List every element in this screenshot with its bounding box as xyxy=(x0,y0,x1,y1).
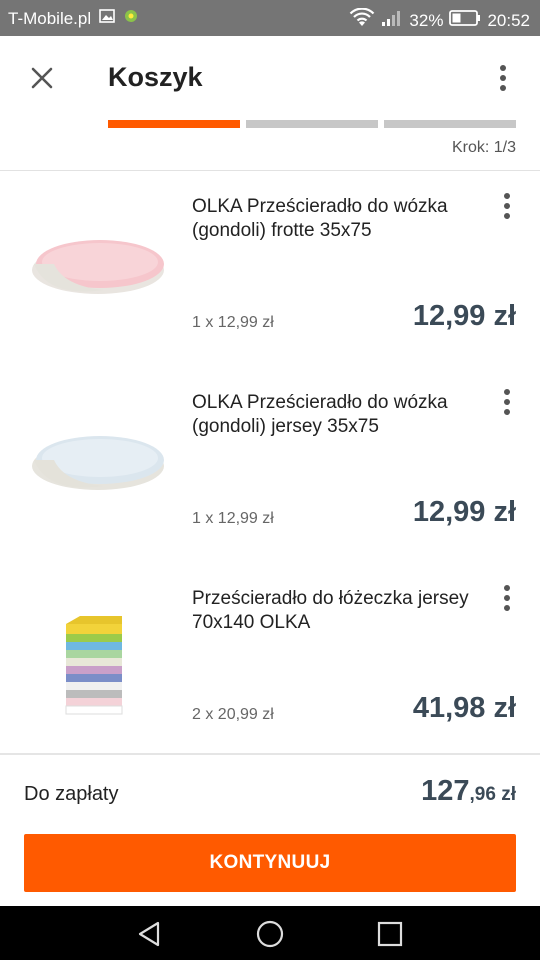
cart-item[interactable]: Prześcieradło do łóżeczka jersey 70x140 … xyxy=(0,564,540,760)
step-progress xyxy=(108,120,516,128)
quantity-text: 1 x 12,99 zł xyxy=(192,314,274,331)
quantity-text: 2 x 20,99 zł xyxy=(192,706,274,723)
product-name[interactable]: OLKA Prześcieradło do wózka (gondoli) je… xyxy=(192,391,482,439)
battery-icon xyxy=(449,9,481,32)
home-circle-icon xyxy=(256,920,284,948)
total-amount-int: 127 xyxy=(421,775,470,807)
nav-home-button[interactable] xyxy=(254,918,286,950)
product-image xyxy=(24,202,168,332)
more-vert-icon xyxy=(500,65,506,91)
cart-header: Koszyk Krok: 1/3 xyxy=(0,36,540,171)
step-segment-2 xyxy=(246,120,378,128)
nav-back-button[interactable] xyxy=(134,918,166,950)
total-amount: 127,96 zł xyxy=(421,775,516,808)
item-price: 41,98 zł xyxy=(412,692,516,724)
page-title: Koszyk xyxy=(108,62,203,92)
step-segment-3 xyxy=(384,120,516,128)
item-options-button[interactable] xyxy=(500,584,514,612)
cart-item[interactable]: OLKA Prześcieradło do wózka (gondoli) je… xyxy=(0,368,540,564)
item-price: 12,99 zł xyxy=(412,300,516,332)
app-notification-icon xyxy=(123,8,139,29)
more-vert-icon xyxy=(504,585,510,611)
item-options-button[interactable] xyxy=(500,192,514,220)
product-image xyxy=(24,398,168,528)
battery-percent: 32% xyxy=(409,10,444,30)
overflow-menu-button[interactable] xyxy=(496,64,510,94)
item-options-button[interactable] xyxy=(500,388,514,416)
more-vert-icon xyxy=(504,389,510,415)
divider xyxy=(0,753,540,755)
item-price: 12,99 zł xyxy=(412,496,516,528)
nav-recents-button[interactable] xyxy=(374,918,406,950)
step-segment-1 xyxy=(108,120,240,128)
wifi-icon xyxy=(349,7,375,33)
back-triangle-icon xyxy=(138,921,160,947)
continue-button[interactable]: KONTYNUUJ xyxy=(24,834,516,892)
recents-square-icon xyxy=(377,921,403,947)
clock: 20:52 xyxy=(487,10,530,30)
close-icon xyxy=(31,67,53,89)
step-indicator: Krok: 1/3 xyxy=(451,139,516,156)
close-button[interactable] xyxy=(26,62,58,94)
product-image xyxy=(24,594,168,724)
product-name[interactable]: Prześcieradło do łóżeczka jersey 70x140 … xyxy=(192,587,482,635)
more-vert-icon xyxy=(504,193,510,219)
quantity-text: 1 x 12,99 zł xyxy=(192,510,274,527)
total-amount-dec: ,96 zł xyxy=(469,784,516,805)
carrier-label: T-Mobile.pl xyxy=(8,8,92,28)
system-nav-bar xyxy=(0,906,540,960)
status-bar: T-Mobile.pl 32% 20:52 xyxy=(0,0,540,36)
image-notification-icon xyxy=(99,8,115,29)
cart-item[interactable]: OLKA Prześcieradło do wózka (gondoli) fr… xyxy=(0,172,540,368)
signal-icon xyxy=(381,9,403,32)
total-label: Do zapłaty xyxy=(24,783,119,805)
product-name[interactable]: OLKA Prześcieradło do wózka (gondoli) fr… xyxy=(192,195,482,243)
